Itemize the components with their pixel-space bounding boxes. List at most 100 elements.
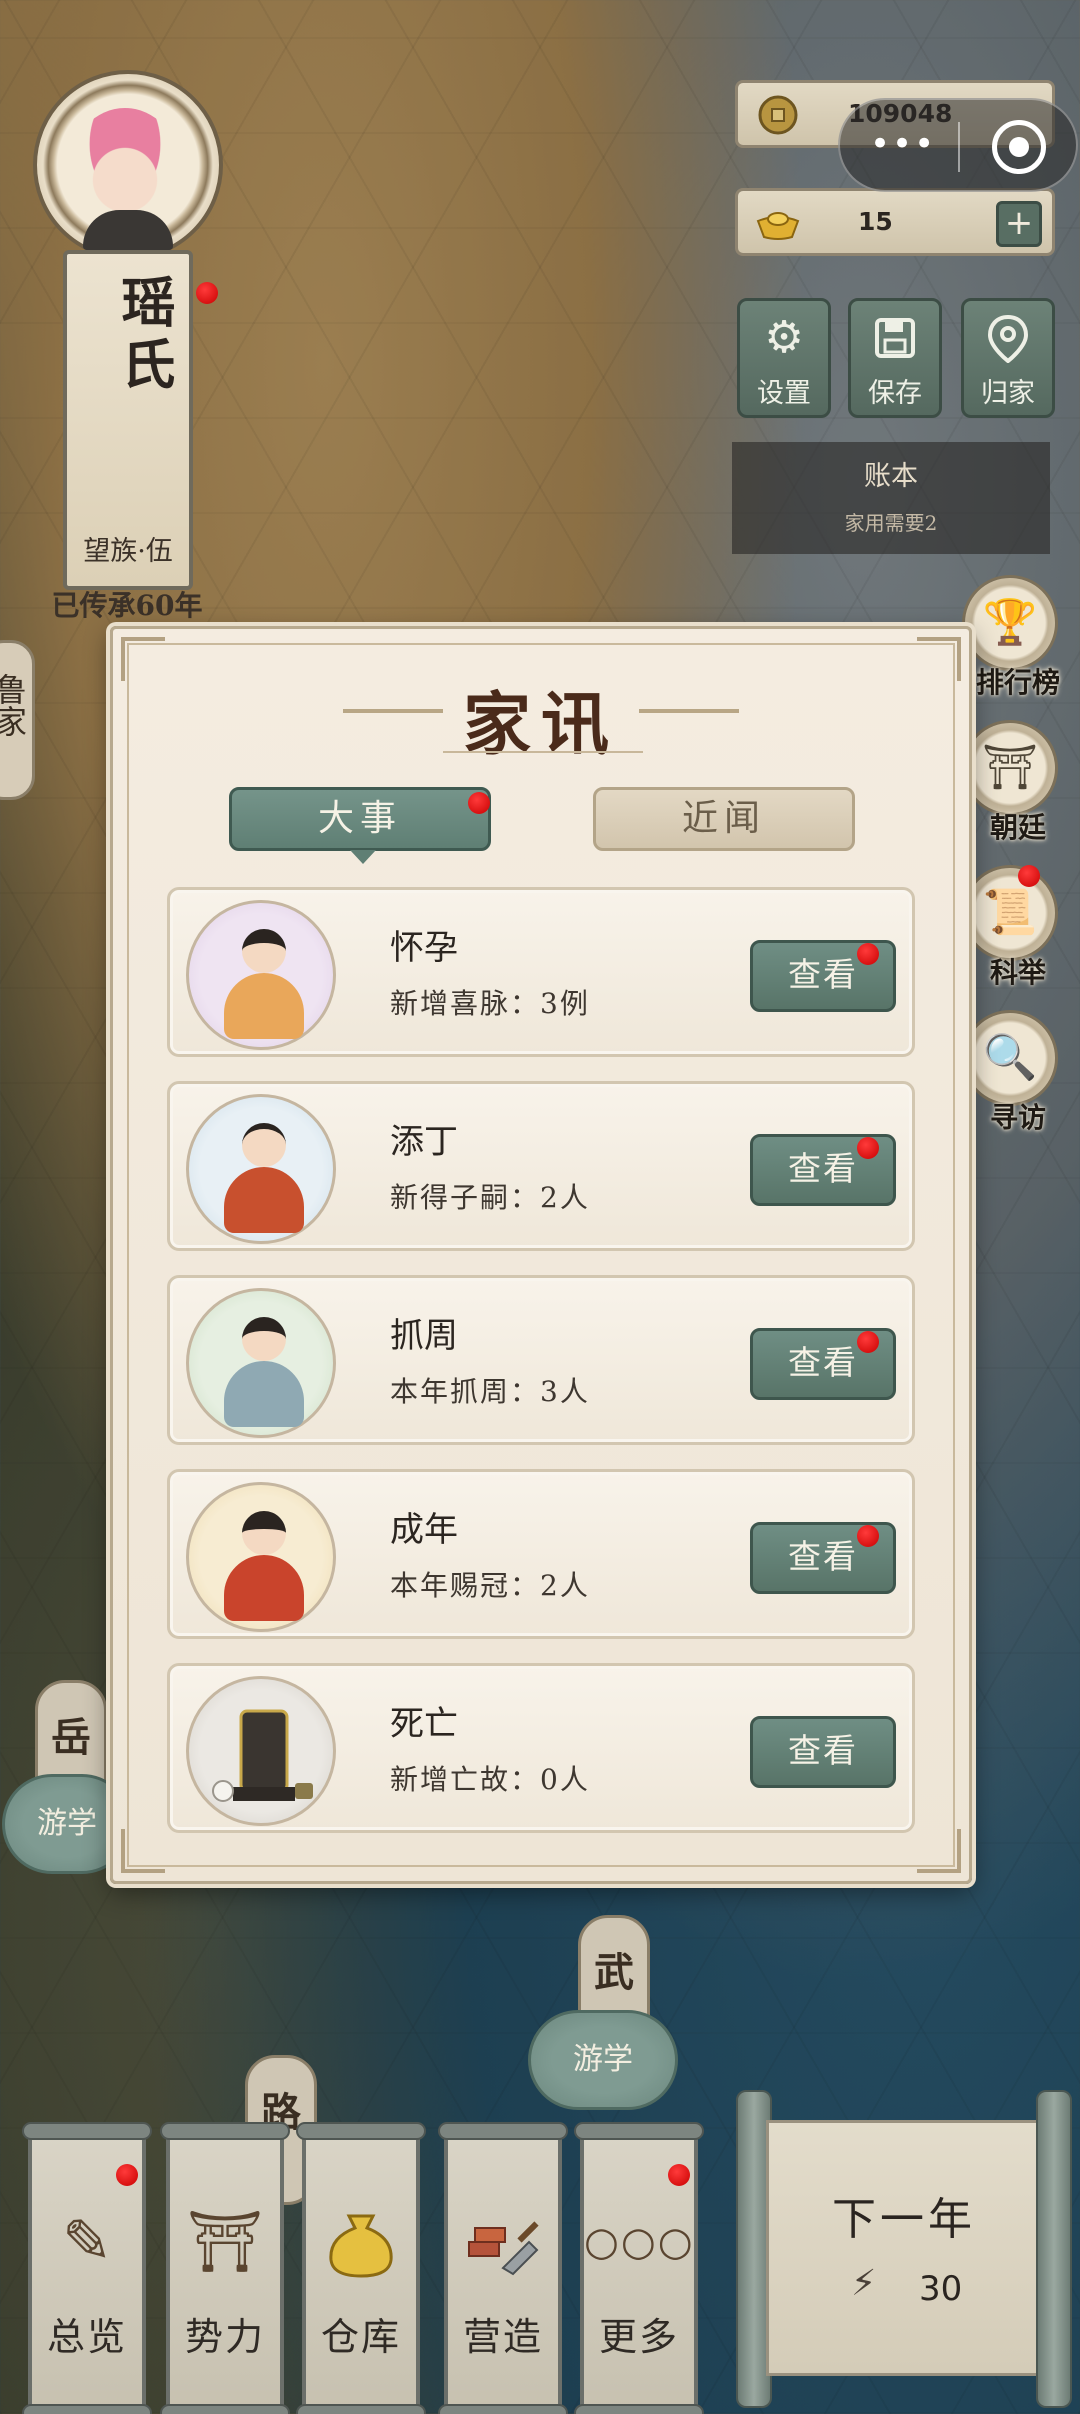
clan-name: 瑶氏 bbox=[112, 274, 176, 398]
frame-corner bbox=[917, 1829, 961, 1873]
nav-warehouse[interactable]: 仓库 bbox=[296, 2122, 426, 2414]
tab-recent-news-label: 近闻 bbox=[681, 798, 766, 839]
family-news-dialog: 家讯 大事 近闻 怀孕 新增喜脉：3例 查看 添丁 新得子嗣：2人 查看 抓周 … bbox=[110, 626, 972, 1884]
more-dots-icon: ○○○ bbox=[584, 2219, 695, 2265]
view-button[interactable]: 查看 bbox=[750, 940, 896, 1012]
notification-dot bbox=[1018, 865, 1040, 887]
title-underline bbox=[443, 751, 643, 753]
money-bag-icon bbox=[306, 2192, 416, 2292]
settings-label: 设置 bbox=[757, 378, 811, 409]
pregnant-woman-icon bbox=[186, 900, 336, 1050]
clan-rank: 望族·伍 bbox=[83, 536, 173, 567]
notification-dot bbox=[468, 792, 490, 814]
view-button-label: 查看 bbox=[788, 1149, 858, 1188]
tab-major-events[interactable]: 大事 bbox=[229, 787, 491, 864]
scroll-rod bbox=[22, 2404, 152, 2414]
trowel-bricks-icon bbox=[448, 2192, 558, 2292]
court-button[interactable]: ⛩ 朝廷 bbox=[958, 720, 1078, 850]
scroll-rod bbox=[296, 2404, 426, 2414]
scroll-rod bbox=[574, 2122, 704, 2140]
view-button[interactable]: 查看 bbox=[750, 1522, 896, 1594]
palace-icon: ⛩ bbox=[962, 720, 1058, 816]
view-button-label: 查看 bbox=[788, 1537, 858, 1576]
close-miniapp-icon[interactable] bbox=[992, 120, 1046, 174]
next-year-paper: 下一年 ⚡ 30 bbox=[766, 2120, 1042, 2376]
row-subtitle: 本年抓周：3人 bbox=[390, 1375, 590, 1408]
notification-dot bbox=[196, 282, 218, 304]
scroll-brush-icon: ✎ bbox=[61, 2207, 113, 2277]
ranking-label: 排行榜 bbox=[975, 666, 1060, 699]
scroll-rod bbox=[22, 2122, 152, 2140]
news-row-zhuazhou: 抓周 本年抓周：3人 查看 bbox=[167, 1275, 915, 1445]
clan-years: 已传承60年 bbox=[51, 589, 203, 622]
notification-dot bbox=[116, 2164, 138, 2186]
view-button[interactable]: 查看 bbox=[750, 1328, 896, 1400]
nav-overview-label: 总览 bbox=[46, 2315, 127, 2359]
court-label: 朝廷 bbox=[989, 811, 1046, 844]
figure-body bbox=[224, 1361, 304, 1427]
return-home-button[interactable]: 归家 bbox=[961, 298, 1055, 418]
view-button-label: 查看 bbox=[788, 1343, 858, 1382]
view-button[interactable]: 查看 bbox=[750, 1134, 896, 1206]
view-button[interactable]: 查看 bbox=[750, 1716, 896, 1788]
scroll-rod bbox=[574, 2404, 704, 2414]
save-button[interactable]: 保存 bbox=[848, 298, 942, 418]
copper-coin-icon bbox=[758, 95, 798, 135]
row-subtitle: 新增亡故：0人 bbox=[390, 1763, 590, 1796]
ledger-panel[interactable]: 账本 家用需要2 bbox=[732, 442, 1050, 554]
next-year-cost: 30 bbox=[919, 2269, 963, 2309]
notification-dot bbox=[668, 2164, 690, 2186]
location-pin-icon bbox=[964, 311, 1052, 365]
exam-button[interactable]: 📜 科举 bbox=[958, 865, 1078, 995]
more-menu-button[interactable]: ••• bbox=[870, 127, 936, 161]
map-clan-tag[interactable]: 鲁家 bbox=[0, 640, 35, 800]
view-button-label: 查看 bbox=[788, 1731, 858, 1770]
scroll-rod bbox=[160, 2404, 290, 2414]
row-subtitle: 本年赐冠：2人 bbox=[390, 1569, 590, 1602]
row-subtitle: 新增喜脉：3例 bbox=[390, 987, 590, 1020]
figure-body bbox=[224, 973, 304, 1039]
dialog-title: 家讯 bbox=[462, 685, 619, 765]
travel-study-tag[interactable]: 游学 bbox=[528, 2010, 678, 2110]
news-row-birth: 添丁 新得子嗣：2人 查看 bbox=[167, 1081, 915, 1251]
nav-construct[interactable]: 营造 bbox=[438, 2122, 568, 2414]
news-row-pregnancy: 怀孕 新增喜脉：3例 查看 bbox=[167, 887, 915, 1057]
gold-ingot-value: 15 bbox=[858, 207, 893, 236]
gold-ingot-bar: 15 + bbox=[735, 188, 1055, 256]
next-year-button[interactable]: 下一年 ⚡ 30 bbox=[736, 2090, 1072, 2408]
capsule-divider bbox=[958, 122, 960, 172]
nav-overview[interactable]: ✎ 总览 bbox=[22, 2122, 152, 2414]
clan-scroll: 瑶氏 望族·伍 已传承60年 bbox=[52, 250, 202, 622]
figure-head bbox=[242, 1123, 286, 1167]
nav-more[interactable]: ○○○ 更多 bbox=[574, 2122, 704, 2414]
row-title: 添丁 bbox=[390, 1122, 458, 1162]
nav-construct-label: 营造 bbox=[462, 2315, 543, 2359]
ledger-sub: 家用需要2 bbox=[844, 511, 938, 535]
scroll-rod bbox=[160, 2122, 290, 2140]
nav-power-label: 势力 bbox=[184, 2315, 265, 2359]
search-visit-button[interactable]: 🔍 寻访 bbox=[958, 1010, 1078, 1140]
magnifier-icon: 🔍 bbox=[962, 1010, 1058, 1106]
nav-warehouse-label: 仓库 bbox=[320, 2315, 401, 2359]
figure-body bbox=[224, 1555, 304, 1621]
newborn-baby-icon bbox=[186, 1094, 336, 1244]
figure-head bbox=[242, 1317, 286, 1361]
frame-corner bbox=[121, 1829, 165, 1873]
ranking-button[interactable]: 🏆 排行榜 bbox=[958, 575, 1078, 705]
settings-button[interactable]: ⚙ 设置 bbox=[737, 298, 831, 418]
scroll-rod bbox=[438, 2122, 568, 2140]
notification-dot bbox=[857, 1137, 879, 1159]
toddler-grab-icon bbox=[186, 1288, 336, 1438]
notification-dot bbox=[857, 1331, 879, 1353]
add-gold-button[interactable]: + bbox=[996, 201, 1042, 247]
scroll-rod bbox=[1036, 2090, 1072, 2408]
tab-major-events-label: 大事 bbox=[317, 798, 402, 839]
row-title: 抓周 bbox=[390, 1316, 458, 1356]
next-year-label: 下一年 bbox=[832, 2194, 976, 2245]
row-title: 死亡 bbox=[390, 1704, 458, 1744]
news-row-death: 死亡 新增亡故：0人 查看 bbox=[167, 1663, 915, 1833]
tablet-drawing bbox=[212, 1709, 313, 1802]
tab-recent-news[interactable]: 近闻 bbox=[593, 787, 855, 851]
nav-power[interactable]: ⛩ 势力 bbox=[160, 2122, 290, 2414]
clan-banner[interactable]: 瑶氏 望族·伍 已传承60年 bbox=[28, 70, 228, 622]
